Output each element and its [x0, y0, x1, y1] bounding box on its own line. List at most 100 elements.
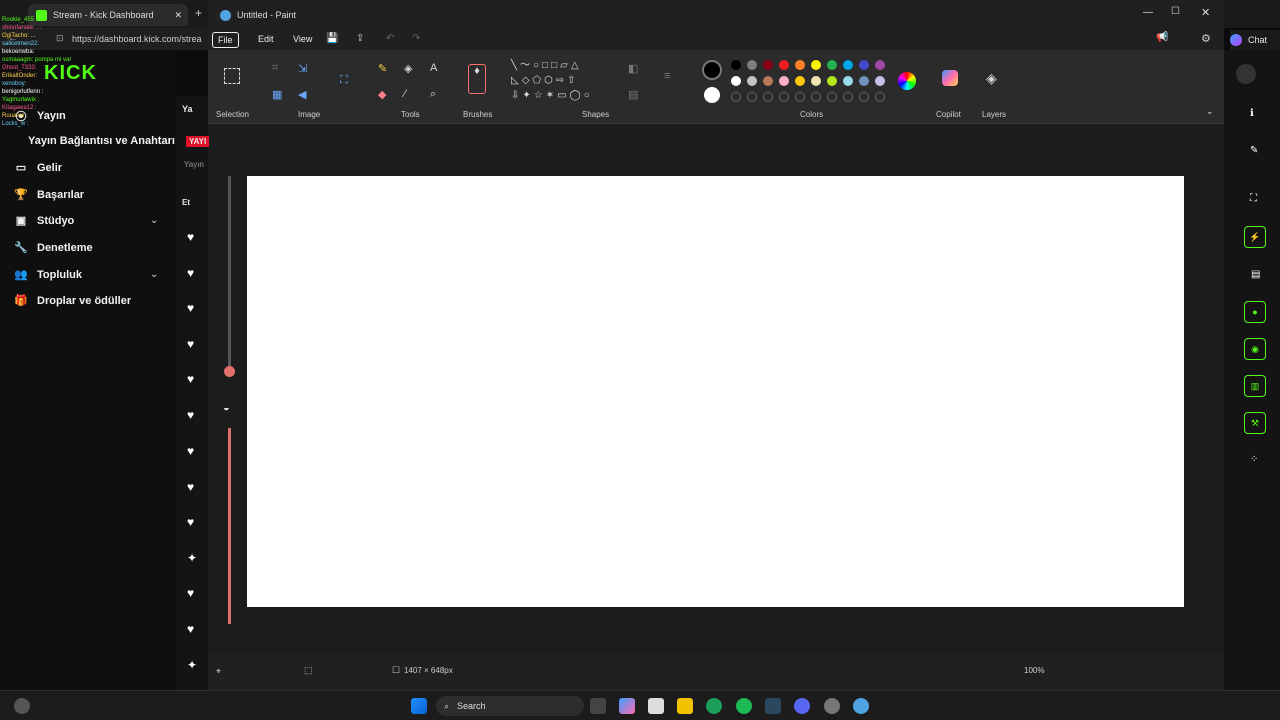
- more-icon[interactable]: ⁘: [1250, 454, 1258, 465]
- selection-icon[interactable]: [224, 68, 240, 84]
- color-swatch[interactable]: [859, 76, 869, 86]
- color-swatch[interactable]: [875, 60, 885, 70]
- close-tab-icon[interactable]: ✕: [174, 10, 182, 21]
- color-swatch[interactable]: [827, 60, 837, 70]
- color-swatch[interactable]: [731, 60, 741, 70]
- copilot-taskbar-icon[interactable]: [619, 698, 635, 714]
- color-swatch[interactable]: [875, 76, 885, 86]
- magnifier-icon[interactable]: ⌕: [430, 88, 436, 101]
- pencil-icon[interactable]: ✎: [378, 62, 387, 75]
- tools-icon[interactable]: ⚒: [1244, 412, 1266, 434]
- remove-bg-icon[interactable]: ▦: [272, 88, 282, 101]
- color-swatch[interactable]: [827, 76, 837, 86]
- sidebar-item-droplar[interactable]: 🎁 Droplar ve ödüller: [14, 294, 131, 308]
- sidebar-item-basarilar[interactable]: 🏆 Başarılar: [14, 188, 84, 202]
- avatar[interactable]: [1236, 64, 1256, 84]
- weather-icon[interactable]: [14, 698, 30, 714]
- quick-action-bolt-icon[interactable]: ⚡: [1244, 226, 1266, 248]
- expand-ribbon-icon[interactable]: ⌄: [1206, 106, 1214, 117]
- chevron-down-icon[interactable]: ⌄: [150, 269, 158, 280]
- color-swatch[interactable]: [747, 76, 757, 86]
- undo-icon[interactable]: ↶: [386, 33, 394, 44]
- fill-icon[interactable]: ◈: [404, 62, 412, 75]
- broadcast-rail-icon[interactable]: ◉: [1244, 338, 1266, 360]
- size-icon[interactable]: ≡: [664, 70, 670, 82]
- save-icon[interactable]: 💾: [326, 33, 338, 44]
- crop-icon[interactable]: ⌗: [272, 62, 278, 75]
- info-icon[interactable]: ℹ: [1250, 108, 1254, 119]
- color-swatch[interactable]: [843, 60, 853, 70]
- text-icon[interactable]: A: [430, 62, 437, 74]
- notification-icon[interactable]: 📢: [1156, 32, 1168, 43]
- secondary-color-swatch[interactable]: [704, 87, 720, 103]
- empty-color-slot[interactable]: [795, 92, 805, 102]
- empty-color-slot[interactable]: [843, 92, 853, 102]
- layout-icon[interactable]: ▥: [1244, 375, 1266, 397]
- sidebar-item-stream-key[interactable]: Yayın Bağlantısı ve Anahtarı: [28, 135, 175, 147]
- layers-icon[interactable]: ◈: [986, 70, 997, 87]
- discord-icon[interactable]: [794, 698, 810, 714]
- menu-view[interactable]: View: [288, 32, 317, 46]
- empty-color-slot[interactable]: [731, 92, 741, 102]
- menu-file[interactable]: File: [212, 32, 239, 48]
- color-swatch[interactable]: [843, 76, 853, 86]
- color-swatch[interactable]: [731, 76, 741, 86]
- fullscreen-icon[interactable]: ⛶: [1250, 193, 1257, 204]
- share-icon[interactable]: ⇪: [356, 33, 364, 44]
- color-swatch[interactable]: [795, 60, 805, 70]
- minimize-icon[interactable]: —: [1143, 7, 1153, 18]
- paint-taskbar-icon[interactable]: [853, 698, 869, 714]
- sidebar-item-topluluk[interactable]: 👥 Topluluk: [14, 268, 82, 282]
- color-swatch[interactable]: [859, 60, 869, 70]
- color-swatch[interactable]: [811, 60, 821, 70]
- primary-color-swatch[interactable]: [702, 60, 722, 80]
- edit-icon[interactable]: ✎: [1250, 145, 1258, 156]
- brush-size-slider[interactable]: [228, 176, 231, 372]
- color-swatch[interactable]: [763, 76, 773, 86]
- color-swatch[interactable]: [779, 76, 789, 86]
- empty-color-slot[interactable]: [763, 92, 773, 102]
- task-view-icon[interactable]: [590, 698, 606, 714]
- eraser-icon[interactable]: ◆: [378, 88, 386, 101]
- chat-bubble-icon[interactable]: ●: [1244, 301, 1266, 323]
- edge-icon[interactable]: [706, 698, 722, 714]
- settings-icon[interactable]: ⚙: [1201, 32, 1211, 45]
- spotify-icon[interactable]: [736, 698, 752, 714]
- maximize-icon[interactable]: ☐: [1171, 6, 1180, 17]
- color-swatch[interactable]: [747, 60, 757, 70]
- drawing-canvas[interactable]: [247, 176, 1184, 607]
- edit-colors-icon[interactable]: [898, 72, 916, 90]
- sidebar-item-denetleme[interactable]: 🔧 Denetleme: [14, 241, 93, 255]
- image-select-icon[interactable]: ⛶: [340, 74, 348, 87]
- zoom-level[interactable]: 100%: [1024, 666, 1044, 675]
- color-picker-icon[interactable]: ⁄: [404, 88, 406, 100]
- empty-color-slot[interactable]: [875, 92, 885, 102]
- file-explorer-icon[interactable]: [677, 698, 693, 714]
- empty-color-slot[interactable]: [827, 92, 837, 102]
- fill-style-icon[interactable]: ▤: [628, 88, 638, 101]
- color-swatch[interactable]: [763, 60, 773, 70]
- sidebar-item-gelir[interactable]: ▭ Gelir: [14, 161, 62, 175]
- chevron-down-icon[interactable]: ⌄: [150, 215, 158, 226]
- store-icon[interactable]: [648, 698, 664, 714]
- copilot-icon[interactable]: [942, 70, 958, 86]
- settings-taskbar-icon[interactable]: [824, 698, 840, 714]
- brush-icon[interactable]: ♦: [468, 64, 486, 94]
- menu-edit[interactable]: Edit: [253, 32, 279, 46]
- taskbar-search[interactable]: ⌕ Search: [436, 696, 584, 716]
- shapes-gallery-icon[interactable]: ╲〜○□□▱△ ◺◇⬠⬡⇨⇧ ⇩✦☆✶▭◯○: [511, 58, 621, 103]
- color-swatch[interactable]: [811, 76, 821, 86]
- start-icon[interactable]: [411, 698, 427, 714]
- sidebar-item-studyo[interactable]: ▣ Stüdyo: [14, 214, 74, 228]
- color-swatch[interactable]: [779, 60, 789, 70]
- opacity-slider[interactable]: [228, 428, 231, 624]
- redo-icon[interactable]: ↷: [412, 33, 420, 44]
- chat-button[interactable]: Chat: [1230, 30, 1280, 50]
- empty-color-slot[interactable]: [779, 92, 789, 102]
- empty-color-slot[interactable]: [859, 92, 869, 102]
- color-swatch[interactable]: [795, 76, 805, 86]
- resize-icon[interactable]: ⇲: [298, 62, 307, 75]
- steam-icon[interactable]: [765, 698, 781, 714]
- empty-color-slot[interactable]: [747, 92, 757, 102]
- outline-icon[interactable]: ◧: [628, 62, 638, 75]
